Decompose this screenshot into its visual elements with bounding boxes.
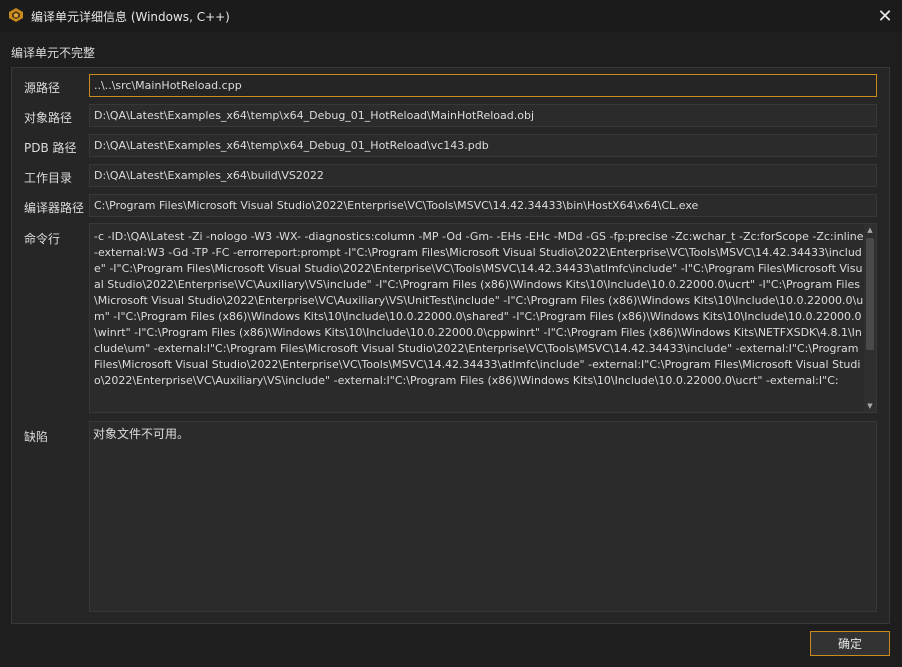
object-path-field[interactable]: D:\QA\Latest\Examples_x64\temp\x64_Debug… [89,104,877,127]
defect-textarea[interactable]: 对象文件不可用。 [89,421,877,612]
source-path-label: 源路径 [24,81,61,95]
defect-label: 缺陷 [24,430,49,444]
defect-text: 对象文件不可用。 [93,427,190,441]
close-button[interactable]: ✕ [868,0,902,32]
scroll-up-arrow-icon[interactable]: ▲ [864,224,876,236]
ok-button[interactable]: 确定 [810,631,890,656]
compiler-path-field[interactable]: C:\Program Files\Microsoft Visual Studio… [89,194,877,217]
command-line-label: 命令行 [24,232,61,246]
title-bar: 编译单元详细信息 (Windows, C++) ✕ [0,0,902,32]
scroll-down-arrow-icon[interactable]: ▼ [864,400,876,412]
command-line-text: -c -ID:\QA\Latest -Zi -nologo -W3 -WX- -… [94,230,864,387]
scroll-thumb[interactable] [866,238,874,350]
window-title: 编译单元详细信息 (Windows, C++) [31,10,230,24]
command-line-scrollbar[interactable]: ▲ ▼ [864,224,876,412]
working-dir-label: 工作目录 [24,171,73,185]
app-logo-icon [8,7,24,23]
pdb-path-label: PDB 路径 [24,141,77,155]
working-dir-field[interactable]: D:\QA\Latest\Examples_x64\build\VS2022 [89,164,877,187]
command-line-textarea[interactable]: -c -ID:\QA\Latest -Zi -nologo -W3 -WX- -… [89,223,877,413]
object-path-label: 对象路径 [24,111,73,125]
source-path-field[interactable]: ..\..\src\MainHotReload.cpp [89,74,877,97]
close-icon: ✕ [877,5,893,27]
pdb-path-field[interactable]: D:\QA\Latest\Examples_x64\temp\x64_Debug… [89,134,877,157]
compiler-path-label: 编译器路径 [24,201,85,215]
status-text: 编译单元不完整 [11,46,96,60]
